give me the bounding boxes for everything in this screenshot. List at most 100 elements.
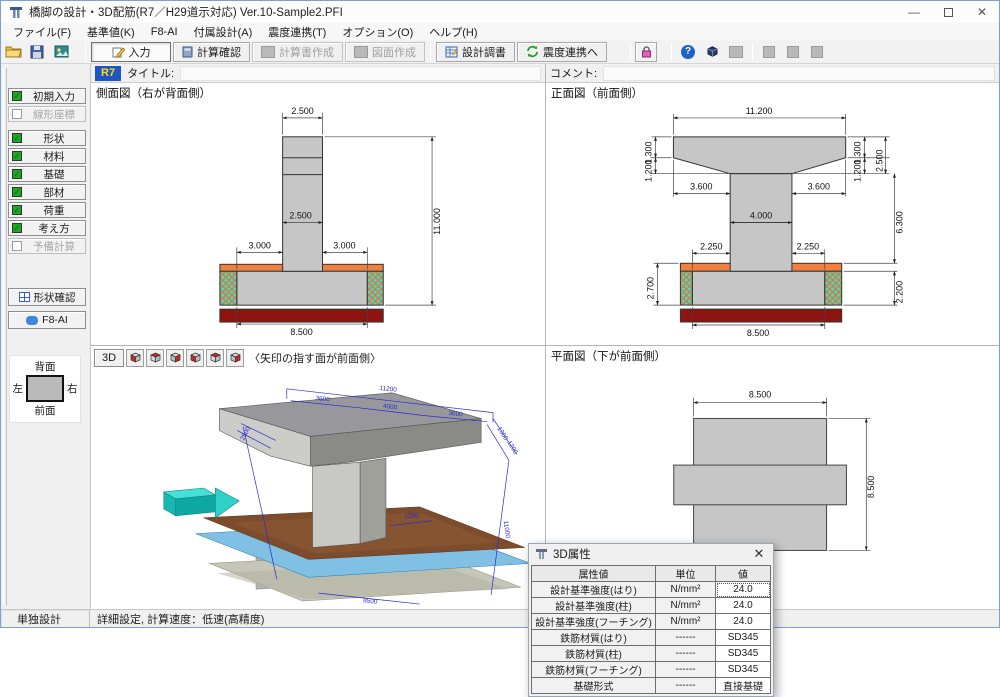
- orientation-box: [26, 375, 64, 402]
- design-record-icon: [445, 46, 458, 58]
- menu-options[interactable]: オプション(O): [334, 24, 421, 40]
- title-bar: 橋脚の設計・3D配筋(R7／H29道示対応) Ver.10-Sample2.PF…: [1, 1, 999, 23]
- dim-label: 8.500: [747, 328, 769, 338]
- export-image-button[interactable]: [49, 42, 73, 62]
- menu-f8ai[interactable]: F8-AI: [143, 26, 186, 38]
- menu-standards[interactable]: 基準値(K): [79, 24, 143, 40]
- pencil-icon: [112, 46, 125, 58]
- view3d-button[interactable]: [700, 42, 724, 62]
- calc-check-button[interactable]: 計算確認: [173, 42, 250, 62]
- sidebar-item-foundation[interactable]: ✓基礎: [8, 166, 86, 182]
- dim-label: 2.250: [700, 241, 722, 251]
- input-mode-button[interactable]: 入力: [91, 42, 171, 62]
- dialog-title-bar[interactable]: 3D属性 ✕: [529, 544, 773, 564]
- dim-label: 2.700: [646, 277, 656, 299]
- report-create-button[interactable]: 計算書作成: [252, 42, 343, 62]
- help-icon: ?: [681, 45, 695, 59]
- col-header-unit: 単位: [656, 566, 716, 582]
- unchecked-icon: [12, 109, 22, 119]
- lock-icon: [641, 46, 652, 58]
- sidebar-item-initial-input[interactable]: ✓初期入力: [8, 88, 86, 104]
- layout-tool-1[interactable]: [757, 42, 781, 62]
- dim-label: 2.500: [289, 210, 311, 220]
- checked-icon: ✓: [12, 169, 22, 179]
- col-header-value: 値: [716, 566, 771, 582]
- drawing-create-button[interactable]: 図面作成: [345, 42, 425, 62]
- dim-label: 4.000: [750, 210, 772, 220]
- dim-label: 3.600: [690, 182, 712, 192]
- dialog-close-icon[interactable]: ✕: [751, 546, 767, 562]
- view-cube-right-button[interactable]: [166, 349, 184, 367]
- sidebar-item-member[interactable]: ✓部材: [8, 184, 86, 200]
- table-row: 設計基準強度(はり)N/mm²24.0: [532, 582, 771, 598]
- main-content: R7 タイトル: コメント: 側面図（右が背面側）: [91, 64, 999, 609]
- view-cube-back-button[interactable]: [206, 349, 224, 367]
- view-cube-top-button[interactable]: [146, 349, 164, 367]
- sidebar-item-material[interactable]: ✓材料: [8, 148, 86, 164]
- view3d-caption: 〈矢印の指す面が前面側〉: [249, 350, 381, 366]
- dialog-title: 3D属性: [553, 546, 591, 562]
- drawing-icon: [354, 46, 368, 58]
- orientation-front: 前面: [10, 403, 80, 418]
- chat-bubble-icon: [26, 316, 38, 325]
- view3d-mode-button[interactable]: 3D: [94, 349, 124, 367]
- columns-icon: [787, 46, 799, 58]
- open-file-button[interactable]: [1, 42, 25, 62]
- view3d-panel: 3D 〈矢印の指す面が前面側〉: [91, 346, 546, 609]
- window-title: 橋脚の設計・3D配筋(R7／H29道示対応) Ver.10-Sample2.PF…: [29, 4, 343, 20]
- checked-icon: ✓: [12, 133, 22, 143]
- seismic-link-button[interactable]: 震度連携へ: [517, 42, 607, 62]
- app-window: 橋脚の設計・3D配筋(R7／H29道示対応) Ver.10-Sample2.PF…: [0, 0, 1000, 628]
- status-mode: 単独設計: [1, 610, 90, 627]
- shape-check-button[interactable]: 形状確認: [8, 288, 86, 306]
- view-cube-bottom-button[interactable]: [226, 349, 244, 367]
- lock-button[interactable]: [635, 42, 657, 62]
- menu-attached-design[interactable]: 付属設計(A): [186, 24, 261, 40]
- layout-tool-2[interactable]: [781, 42, 805, 62]
- view-cube-left-button[interactable]: [186, 349, 204, 367]
- menu-help[interactable]: ヘルプ(H): [421, 24, 485, 40]
- save-button[interactable]: [25, 42, 49, 62]
- menu-file[interactable]: ファイル(F): [5, 24, 79, 40]
- main-toolbar: 入力 計算確認 計算書作成 図面作成 設計調書 震度連携へ ?: [1, 40, 999, 64]
- cube-icon: [706, 45, 719, 58]
- dim-label: 2.500: [875, 150, 885, 172]
- sidebar-item-load[interactable]: ✓荷重: [8, 202, 86, 218]
- layout-tool-3[interactable]: [805, 42, 829, 62]
- title-field[interactable]: [180, 66, 541, 81]
- help-button[interactable]: ?: [676, 42, 700, 62]
- orientation-left: 左: [13, 381, 24, 396]
- comment-label: コメント:: [550, 65, 597, 81]
- f8ai-button[interactable]: F8-AI: [8, 311, 86, 329]
- dim-label: 1.200: [644, 159, 654, 181]
- open-folder-icon: [5, 45, 22, 58]
- maximize-button[interactable]: [931, 1, 965, 23]
- view-cube-front-button[interactable]: [126, 349, 144, 367]
- close-button[interactable]: ✕: [965, 1, 999, 23]
- comment-field[interactable]: [603, 66, 995, 81]
- sidebar-item-precalc[interactable]: 予備計算: [8, 238, 86, 254]
- view3d-canvas[interactable]: 11200 3600 4000 3600 2500 1300 1200 1100…: [91, 369, 545, 609]
- pier-icon: [535, 548, 548, 560]
- dim-label: 8.500: [866, 476, 876, 498]
- attributes-dialog: 3D属性 ✕ 属性値 単位 値 設計基準強度(はり)N/mm²24.0 設計基準…: [528, 543, 774, 697]
- title-label: タイトル:: [127, 65, 174, 81]
- sidebar-item-policy[interactable]: ✓考え方: [8, 220, 86, 236]
- dim-label: 2.500: [291, 106, 313, 116]
- col-header-attr: 属性値: [532, 566, 656, 582]
- checked-icon: ✓: [12, 187, 22, 197]
- blank-tool-button[interactable]: [724, 42, 748, 62]
- image-icon: [54, 45, 69, 58]
- menu-bar: ファイル(F) 基準値(K) F8-AI 付属設計(A) 震度連携(T) オプシ…: [1, 23, 999, 40]
- design-record-button[interactable]: 設計調書: [436, 42, 515, 62]
- sidebar-item-shape[interactable]: ✓形状: [8, 130, 86, 146]
- dim-label: 2250: [404, 512, 419, 520]
- dim-label: 3.000: [333, 240, 355, 250]
- sidebar-item-alignment-coords[interactable]: 線形座標: [8, 106, 86, 122]
- dim-label: 8.500: [290, 327, 312, 337]
- menu-seismic-link[interactable]: 震度連携(T): [260, 24, 334, 40]
- dim-label: 2.200: [894, 281, 904, 303]
- minimize-button[interactable]: —: [897, 1, 931, 23]
- dim-label: 3.000: [249, 240, 271, 250]
- layers-icon: [763, 46, 775, 58]
